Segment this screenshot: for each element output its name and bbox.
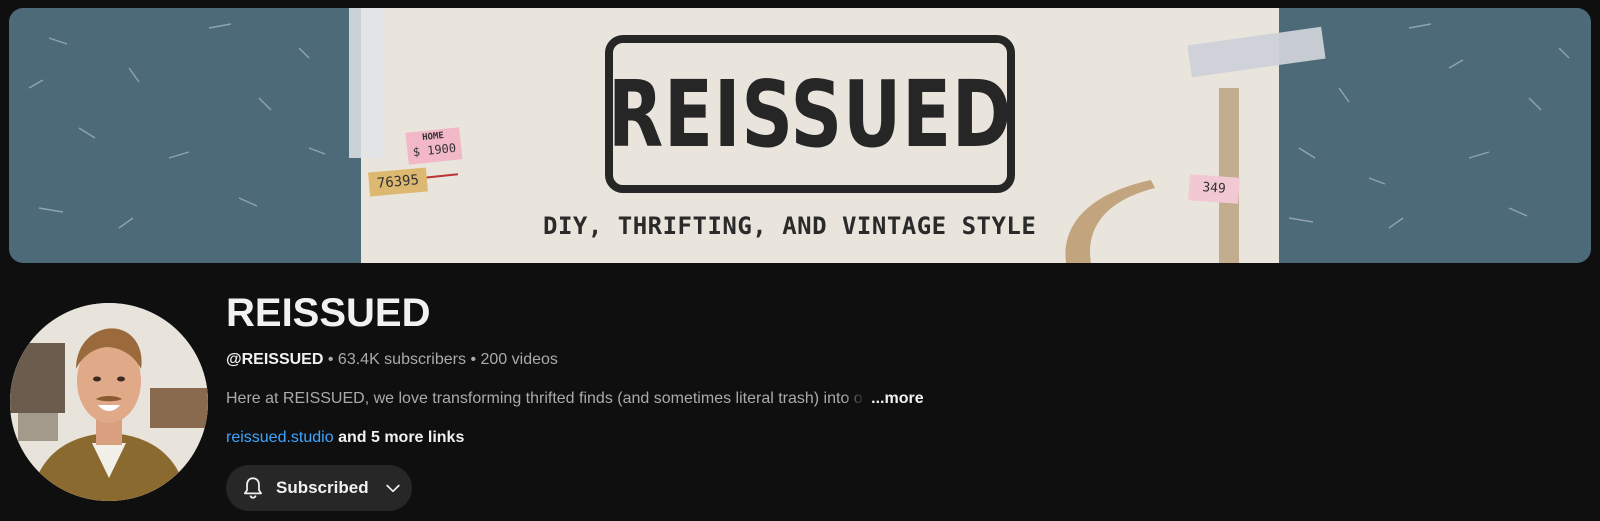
more-button[interactable]: ...more <box>871 390 923 407</box>
tape-strip <box>349 8 383 158</box>
banner-logo-text: REISSUED <box>607 60 1013 168</box>
channel-description[interactable]: Here at REISSUED, we love transforming t… <box>226 388 924 410</box>
channel-meta: @REISSUED • 63.4K subscribers • 200 vide… <box>226 349 558 371</box>
channel-name: REISSUED <box>226 291 431 335</box>
price-tag-number: 76395 <box>368 167 428 197</box>
bell-icon <box>244 477 262 499</box>
video-count: 200 videos <box>480 351 558 368</box>
channel-banner: REISSUED DIY, THRIFTING, AND VINTAGE STY… <box>9 8 1591 263</box>
price-tag-price: 349 <box>1188 174 1240 204</box>
chevron-down-icon <box>385 484 400 493</box>
channel-page: REISSUED DIY, THRIFTING, AND VINTAGE STY… <box>0 0 1600 521</box>
subscribed-label: Subscribed <box>276 478 369 497</box>
subscriber-count: 63.4K subscribers <box>337 351 466 368</box>
subscribed-button[interactable]: Subscribed <box>226 465 412 511</box>
price-tag-home: HOME $ 1900 <box>405 127 463 165</box>
more-links-button[interactable]: and 5 more links <box>338 429 464 446</box>
meta-separator: • <box>327 351 334 368</box>
banner-logo: REISSUED <box>605 35 1015 193</box>
meta-separator: • <box>470 351 477 368</box>
channel-avatar[interactable] <box>10 303 208 501</box>
banner-tagline: DIY, THRIFTING, AND VINTAGE STYLE <box>543 212 1037 240</box>
channel-handle[interactable]: @REISSUED <box>226 351 323 368</box>
channel-link[interactable]: reissued.studio <box>226 429 334 446</box>
description-fade <box>846 388 867 410</box>
avatar-portrait <box>10 303 208 501</box>
description-text: Here at REISSUED, we love transforming t… <box>226 390 863 407</box>
channel-links: reissued.studio and 5 more links <box>226 427 464 449</box>
